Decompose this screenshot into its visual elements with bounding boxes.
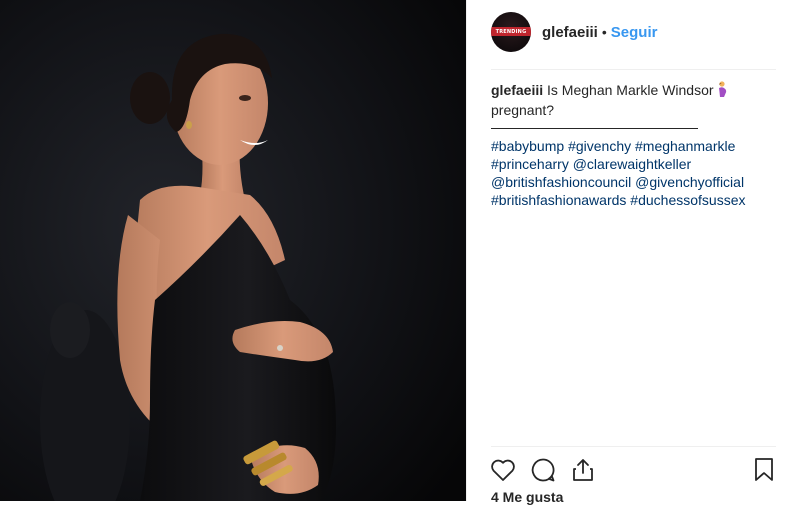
pregnant-woman-icon (716, 81, 728, 101)
caption-username[interactable]: glefaeiii (491, 82, 543, 98)
share-icon (573, 459, 593, 481)
caption-text-line2: pregnant? (491, 102, 555, 118)
avatar-logo: TRENDING (491, 27, 531, 36)
post-header: TRENDING glefaeiii • Seguir (491, 12, 657, 52)
avatar[interactable]: TRENDING (491, 12, 531, 52)
likes-count[interactable]: 4 Me gusta (491, 489, 563, 505)
header-username[interactable]: glefaeiii (542, 24, 598, 41)
mention-link[interactable]: @givenchyofficial (635, 174, 744, 190)
avatar-text: TRENDING (495, 28, 527, 35)
separator-dot: • (601, 24, 607, 40)
post-sidebar: TRENDING glefaeiii • Seguir glefaeiii Is… (466, 0, 800, 505)
hashtag-link[interactable]: #britishfashionawards (491, 192, 626, 208)
post-image (0, 0, 466, 501)
hashtag-link[interactable]: #duchessofsussex (630, 192, 745, 208)
hashtag-link[interactable]: #princeharry (491, 156, 569, 172)
mention-link[interactable]: @britishfashioncouncil (491, 174, 631, 190)
caption-text: Is Meghan Markle Windsor (547, 82, 714, 98)
action-bar (489, 456, 778, 484)
share-button[interactable] (569, 456, 597, 484)
like-button[interactable] (489, 456, 517, 484)
follow-button[interactable]: Seguir (611, 24, 658, 41)
header-divider (491, 69, 776, 70)
post-caption: glefaeiii Is Meghan Markle Windsor pregn… (491, 81, 781, 209)
hashtag-link[interactable]: #givenchy (568, 138, 631, 154)
comment-button[interactable] (529, 456, 557, 484)
save-button[interactable] (750, 456, 778, 484)
bookmark-icon (755, 458, 773, 481)
post-photo[interactable] (0, 0, 466, 501)
comment-icon (531, 458, 555, 482)
actions-divider (491, 446, 776, 447)
mention-link[interactable]: @clarewaightkeller (573, 156, 691, 172)
hashtag-link[interactable]: #meghanmarkle (635, 138, 735, 154)
hashtags: #babybump #givenchy #meghanmarkle #princeh… (491, 137, 781, 209)
hashtag-link[interactable]: #babybump (491, 138, 564, 154)
caption-rule (491, 128, 698, 129)
heart-icon (491, 459, 515, 481)
